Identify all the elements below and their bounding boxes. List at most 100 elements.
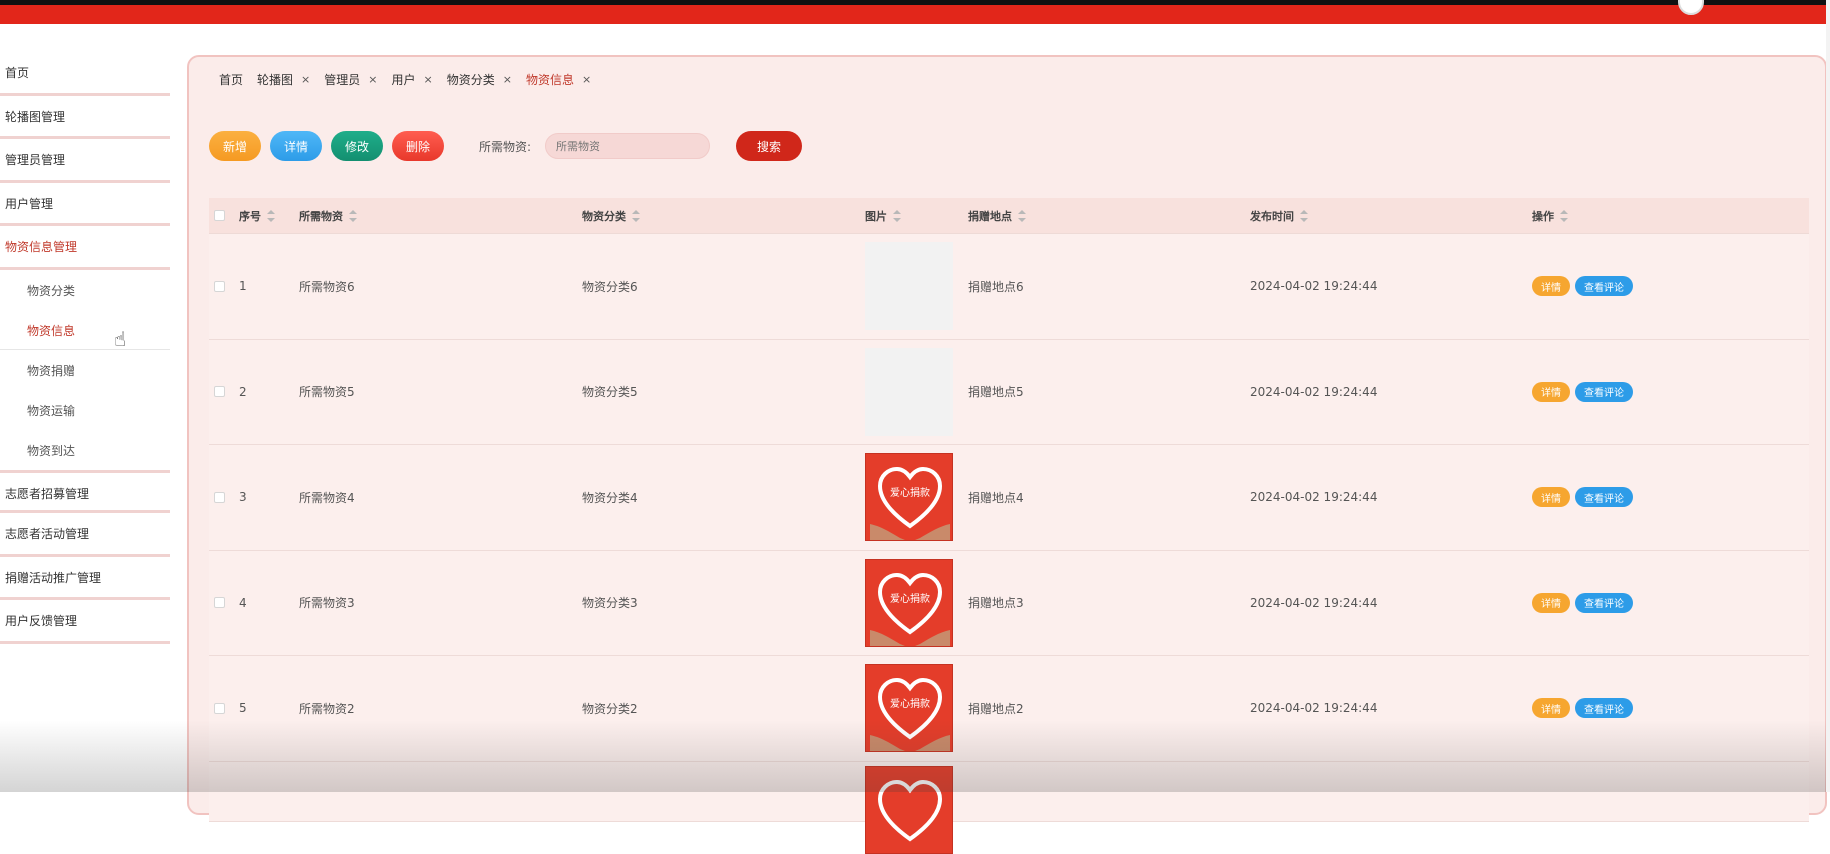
sort-icon[interactable] bbox=[632, 209, 640, 222]
header-name[interactable]: 所需物资 bbox=[299, 208, 582, 224]
cell-ops: 详情 查看评论 bbox=[1532, 487, 1732, 508]
header-ops[interactable]: 操作 bbox=[1532, 208, 1732, 224]
header-time[interactable]: 发布时间 bbox=[1250, 208, 1532, 224]
sort-icon[interactable] bbox=[1560, 209, 1568, 222]
tab-admin[interactable]: 管理员 × bbox=[324, 69, 377, 89]
header-label: 序号 bbox=[239, 209, 261, 223]
row-detail-button[interactable]: 详情 bbox=[1532, 381, 1570, 402]
row-view-comments-button[interactable]: 查看评论 bbox=[1575, 381, 1633, 402]
sort-icon[interactable] bbox=[349, 209, 357, 222]
close-icon[interactable]: × bbox=[582, 73, 591, 86]
row-select-cell bbox=[209, 491, 239, 503]
user-avatar-icon[interactable] bbox=[1678, 0, 1704, 15]
image-placeholder[interactable] bbox=[865, 347, 953, 436]
donation-heart-image[interactable]: 爱心捐款 bbox=[865, 453, 953, 542]
row-checkbox[interactable] bbox=[214, 597, 225, 609]
header-category[interactable]: 物资分类 bbox=[582, 208, 865, 224]
cell-category: 物资分类4 bbox=[582, 490, 638, 505]
cell-name: 所需物资2 bbox=[299, 701, 355, 716]
sort-icon[interactable] bbox=[1018, 209, 1026, 222]
row-checkbox[interactable] bbox=[214, 280, 225, 292]
cell-name: 所需物资3 bbox=[299, 596, 355, 611]
delete-button[interactable]: 删除 bbox=[392, 131, 444, 161]
sidebar-item-users[interactable]: 用户管理 bbox=[0, 183, 170, 226]
row-detail-button[interactable]: 详情 bbox=[1532, 487, 1570, 508]
sidebar-item-volunteer-recruit[interactable]: 志愿者招募管理 bbox=[0, 469, 170, 513]
header-image[interactable]: 图片 bbox=[865, 208, 968, 224]
cell-no: 1 bbox=[239, 279, 247, 294]
cell-ops: 详情 查看评论 bbox=[1532, 592, 1732, 613]
close-icon[interactable]: × bbox=[301, 73, 310, 86]
sidebar-item-carousel[interactable]: 轮播图管理 bbox=[0, 96, 170, 139]
search-input[interactable] bbox=[545, 133, 711, 159]
sidebar-subitem-material-arrival[interactable]: 物资到达 bbox=[0, 430, 170, 470]
sort-icon[interactable] bbox=[1300, 209, 1308, 222]
close-icon[interactable]: × bbox=[424, 73, 433, 86]
row-detail-button[interactable]: 详情 bbox=[1532, 592, 1570, 613]
table-row[interactable]: 4 所需物资3 物资分类3 爱心捐款 捐赠地点3 2024-04-02 19:2… bbox=[209, 550, 1809, 656]
cell-time: 2024-04-02 19:24:44 bbox=[1250, 595, 1378, 610]
image-placeholder[interactable] bbox=[865, 242, 953, 331]
sidebar-subitem-material-transport[interactable]: 物资运输 bbox=[0, 390, 170, 430]
row-detail-button[interactable]: 详情 bbox=[1532, 698, 1570, 719]
tab-label: 物资分类 bbox=[446, 72, 495, 87]
sidebar-subitem-material-info[interactable]: 物资信息 bbox=[0, 310, 170, 350]
sidebar-item-feedback[interactable]: 用户反馈管理 bbox=[0, 600, 170, 644]
donation-heart-image[interactable] bbox=[865, 765, 953, 854]
sidebar-subitem-material-category[interactable]: 物资分类 bbox=[0, 270, 170, 310]
tab-label: 管理员 bbox=[324, 72, 361, 87]
sidebar-subitem-material-donation[interactable]: 物资捐赠 bbox=[0, 350, 170, 390]
header-label: 操作 bbox=[1532, 209, 1554, 223]
cell-ops: 详情 查看评论 bbox=[1532, 276, 1732, 297]
donation-heart-image[interactable]: 爱心捐款 bbox=[865, 558, 953, 647]
cell-address: 捐赠地点3 bbox=[968, 596, 1024, 611]
row-view-comments-button[interactable]: 查看评论 bbox=[1575, 276, 1633, 297]
select-all-checkbox[interactable] bbox=[214, 210, 225, 221]
data-table: 序号 所需物资 物资分类 图片 捐赠地点 发布时间 操作 1 所需物资6 物资分… bbox=[209, 198, 1809, 854]
cell-category: 物资分类3 bbox=[582, 596, 638, 611]
cell-image bbox=[865, 347, 968, 436]
row-checkbox[interactable] bbox=[214, 491, 225, 503]
table-header: 序号 所需物资 物资分类 图片 捐赠地点 发布时间 操作 bbox=[209, 198, 1809, 234]
detail-button[interactable]: 详情 bbox=[270, 131, 322, 161]
sort-icon[interactable] bbox=[267, 209, 275, 222]
add-button[interactable]: 新增 bbox=[209, 131, 261, 161]
tab-material-category[interactable]: 物资分类 × bbox=[447, 69, 512, 89]
header-address[interactable]: 捐赠地点 bbox=[968, 208, 1250, 224]
sidebar-item-admin[interactable]: 管理员管理 bbox=[0, 139, 170, 183]
header-no[interactable]: 序号 bbox=[239, 208, 299, 224]
cell-no: 2 bbox=[239, 384, 247, 399]
sidebar-item-material-info[interactable]: 物资信息管理 bbox=[0, 226, 170, 270]
table-row[interactable]: 3 所需物资4 物资分类4 爱心捐款 捐赠地点4 2024-04-02 19:2… bbox=[209, 445, 1809, 551]
row-view-comments-button[interactable]: 查看评论 bbox=[1575, 592, 1633, 613]
sidebar-item-home[interactable]: 首页 bbox=[0, 52, 170, 96]
sort-icon[interactable] bbox=[893, 209, 901, 222]
row-checkbox[interactable] bbox=[214, 702, 225, 714]
header-label: 发布时间 bbox=[1250, 209, 1294, 223]
row-view-comments-button[interactable]: 查看评论 bbox=[1575, 487, 1633, 508]
cell-address: 捐赠地点2 bbox=[968, 701, 1024, 716]
cell-image: 爱心捐款 bbox=[865, 453, 968, 542]
row-view-comments-button[interactable]: 查看评论 bbox=[1575, 698, 1633, 719]
search-button[interactable]: 搜索 bbox=[736, 131, 803, 161]
close-icon[interactable]: × bbox=[368, 73, 377, 86]
close-icon[interactable]: × bbox=[503, 73, 512, 86]
row-detail-button[interactable]: 详情 bbox=[1532, 276, 1570, 297]
tab-material-info[interactable]: 物资信息 × bbox=[526, 69, 591, 89]
tab-home[interactable]: 首页 bbox=[219, 69, 243, 89]
row-select-cell bbox=[209, 597, 239, 609]
row-checkbox[interactable] bbox=[214, 386, 225, 398]
main-panel: 首页 轮播图 × 管理员 × 用户 × 物资分类 × 物资信息 × 新增 详情 修改 删除… bbox=[187, 55, 1827, 854]
tab-label: 轮播图 bbox=[257, 72, 294, 87]
tab-users[interactable]: 用户 × bbox=[391, 69, 432, 89]
edit-button[interactable]: 修改 bbox=[331, 131, 383, 161]
scrollbar-track[interactable] bbox=[1826, 0, 1830, 792]
table-row[interactable]: 2 所需物资5 物资分类5 捐赠地点5 2024-04-02 19:24:44 … bbox=[209, 339, 1809, 445]
donation-heart-image[interactable]: 爱心捐款 bbox=[865, 664, 953, 753]
sidebar-item-volunteer-activity[interactable]: 志愿者活动管理 bbox=[0, 513, 170, 557]
tab-carousel[interactable]: 轮播图 × bbox=[257, 69, 310, 89]
table-row[interactable]: 5 所需物资2 物资分类2 爱心捐款 捐赠地点2 2024-04-02 19:2… bbox=[209, 656, 1809, 762]
sidebar-item-donation-promo[interactable]: 捐赠活动推广管理 bbox=[0, 557, 170, 600]
cell-image: 爱心捐款 bbox=[865, 664, 968, 753]
table-row[interactable]: 1 所需物资6 物资分类6 捐赠地点6 2024-04-02 19:24:44 … bbox=[209, 234, 1809, 340]
